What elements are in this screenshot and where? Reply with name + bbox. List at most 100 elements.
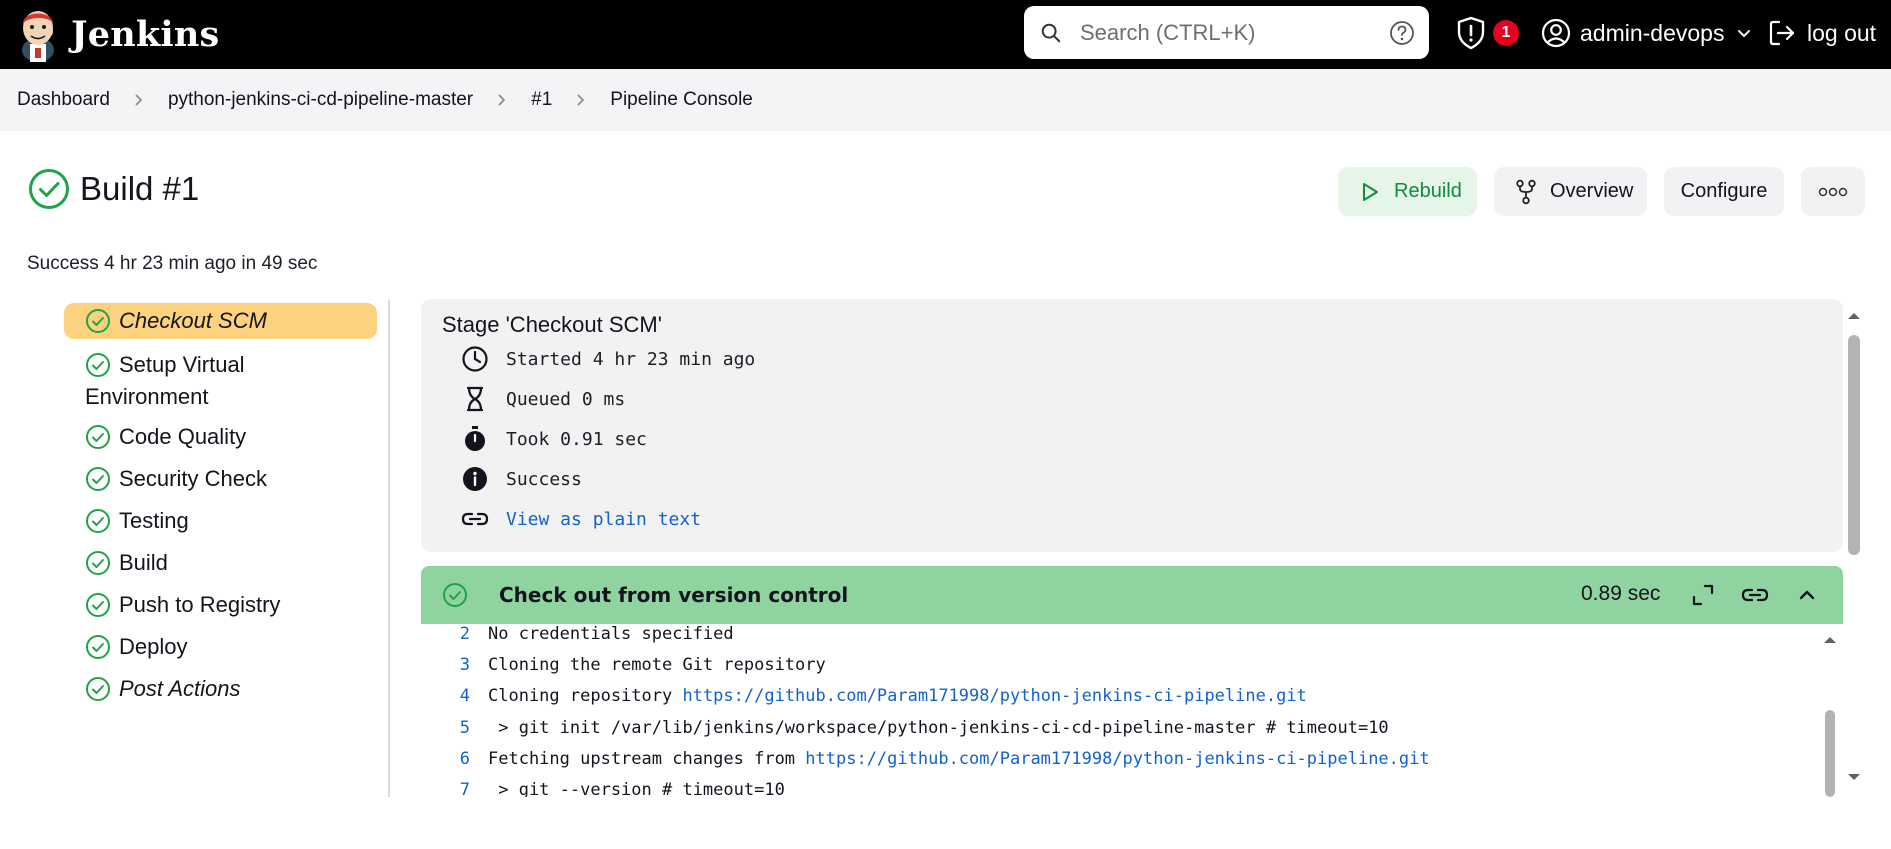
notification-badge[interactable]: 1 [1493,20,1519,46]
page-title: Build #1 [80,170,200,207]
search-icon [1041,23,1061,43]
success-check-icon [29,169,69,209]
search-box[interactable] [1024,6,1429,59]
chevron-right-icon [135,94,143,106]
log-line-number[interactable]: 6 [421,749,488,780]
scroll-up-arrow-icon[interactable] [1819,632,1841,646]
user-menu[interactable]: admin-devops [1541,16,1752,50]
play-icon [1363,182,1378,201]
log-line-number[interactable]: 4 [421,686,488,717]
success-check-icon [443,583,467,607]
overview-label: Overview [1550,180,1634,202]
log-text: Fetching upstream changes from [488,749,806,769]
logout-label: log out [1807,19,1877,46]
breadcrumb-dashboard[interactable]: Dashboard [17,89,110,111]
page-scrollbar[interactable] [1843,302,1865,797]
breadcrumb-build[interactable]: #1 [531,89,552,111]
overview-button[interactable]: Overview [1494,167,1647,216]
step-title: Check out from version control [499,583,849,607]
stage-label: Deploy [119,634,188,659]
expand-icon[interactable] [1689,581,1717,609]
stage-item-push-to-registry[interactable]: Push to Registry [64,583,377,627]
log-text: > git init /var/lib/jenkins/workspace/py… [488,718,1389,738]
success-check-icon [86,551,110,575]
scrollbar-thumb[interactable] [1848,335,1860,555]
log-line: 5 > git init /var/lib/jenkins/workspace/… [421,718,1389,749]
sidebar-divider [388,300,390,797]
log-text: Cloning repository [488,686,683,706]
view-plain-text-link[interactable]: View as plain text [506,509,701,530]
log-line-number[interactable]: 3 [421,655,488,686]
jenkins-logo-icon [22,11,54,62]
link-icon [461,512,489,526]
stage-queued: Queued 0 ms [461,385,625,413]
rebuild-button[interactable]: Rebuild [1338,167,1477,216]
chevron-right-icon [498,94,506,106]
chevron-up-icon[interactable] [1793,581,1821,609]
chevron-down-icon [1738,30,1751,37]
scroll-down-arrow-icon[interactable] [1843,771,1865,785]
log-line-number[interactable]: 2 [421,624,488,655]
stage-label: Testing [119,508,189,533]
stage-label-line2: Environment [85,384,209,409]
help-icon[interactable] [1389,20,1415,46]
success-check-icon [86,353,110,377]
breadcrumb: Dashboard python-jenkins-ci-cd-pipeline-… [0,69,1891,131]
stage-item-security-check[interactable]: Security Check [64,457,377,501]
repo-url-link[interactable]: https://github.com/Param171998/python-je… [682,686,1306,717]
more-actions-button[interactable] [1801,167,1865,216]
build-status-line: Success 4 hr 23 min ago in 49 sec [27,253,318,274]
console-log: 2 No credentials specified 3 Cloning the… [421,624,1817,797]
log-line: 7 > git --version # timeout=10 [421,780,785,797]
view-plain-text: View as plain text [461,505,701,533]
log-scrollbar-thumb[interactable] [1825,710,1835,797]
configure-button[interactable]: Configure [1664,167,1784,216]
link-icon[interactable] [1741,581,1769,609]
stage-detail-panel: Stage 'Checkout SCM' Started 4 hr 23 min… [421,299,1843,552]
logout-link[interactable]: log out [1767,16,1876,50]
stopwatch-icon [465,426,485,451]
security-shield-icon[interactable] [1456,16,1486,50]
app-name: Jenkins [71,13,220,55]
stage-result: Success [461,465,582,493]
user-name: admin-devops [1580,19,1725,46]
log-line-number[interactable]: 7 [421,780,488,797]
stage-label: Setup Virtual [119,352,245,377]
rebuild-label: Rebuild [1394,180,1462,202]
stage-item-build[interactable]: Build [64,541,377,585]
top-bar: Jenkins 1 admin-devops [0,0,1891,69]
stage-item-post-actions[interactable]: Post Actions [64,667,377,711]
stage-item-checkout-scm[interactable]: Checkout SCM [64,303,377,339]
success-check-icon [86,509,110,533]
log-scrollbar[interactable] [1817,624,1843,797]
branch-icon [1516,179,1536,204]
log-text: No credentials specified [488,624,734,644]
stage-item-setup-virtual-environment[interactable]: Setup Virtual Environment [64,343,377,419]
scroll-up-arrow-icon[interactable] [1843,308,1865,322]
jenkins-home-link[interactable]: Jenkins [17,6,219,62]
step-duration: 0.89 sec [1581,582,1661,605]
stage-label: Checkout SCM [119,308,267,333]
breadcrumb-pipeline-console[interactable]: Pipeline Console [610,89,753,111]
stage-item-testing[interactable]: Testing [64,499,377,543]
info-icon [463,467,487,491]
success-check-icon [86,309,110,333]
step-header[interactable]: Check out from version control 0.89 sec [421,566,1843,624]
stage-label: Code Quality [119,424,247,449]
success-check-icon [86,593,110,617]
repo-url-link[interactable]: https://github.com/Param171998/python-je… [805,749,1429,780]
log-line-number[interactable]: 5 [421,718,488,749]
breadcrumb-job[interactable]: python-jenkins-ci-cd-pipeline-master [168,89,473,111]
stage-label: Push to Registry [119,592,281,617]
log-text: > git --version # timeout=10 [488,780,785,797]
stage-label: Post Actions [119,676,241,701]
stage-label: Security Check [119,466,267,491]
log-line: 4 Cloning repository https://github.com/… [421,686,1307,717]
stage-item-deploy[interactable]: Deploy [64,625,377,669]
stage-item-code-quality[interactable]: Code Quality [64,415,377,459]
log-text: Cloning the remote Git repository [488,655,826,675]
log-line: 2 No credentials specified [421,624,734,655]
log-line: 3 Cloning the remote Git repository [421,655,826,686]
search-input[interactable] [1080,16,1380,49]
build-header: Build #1 [28,168,199,210]
